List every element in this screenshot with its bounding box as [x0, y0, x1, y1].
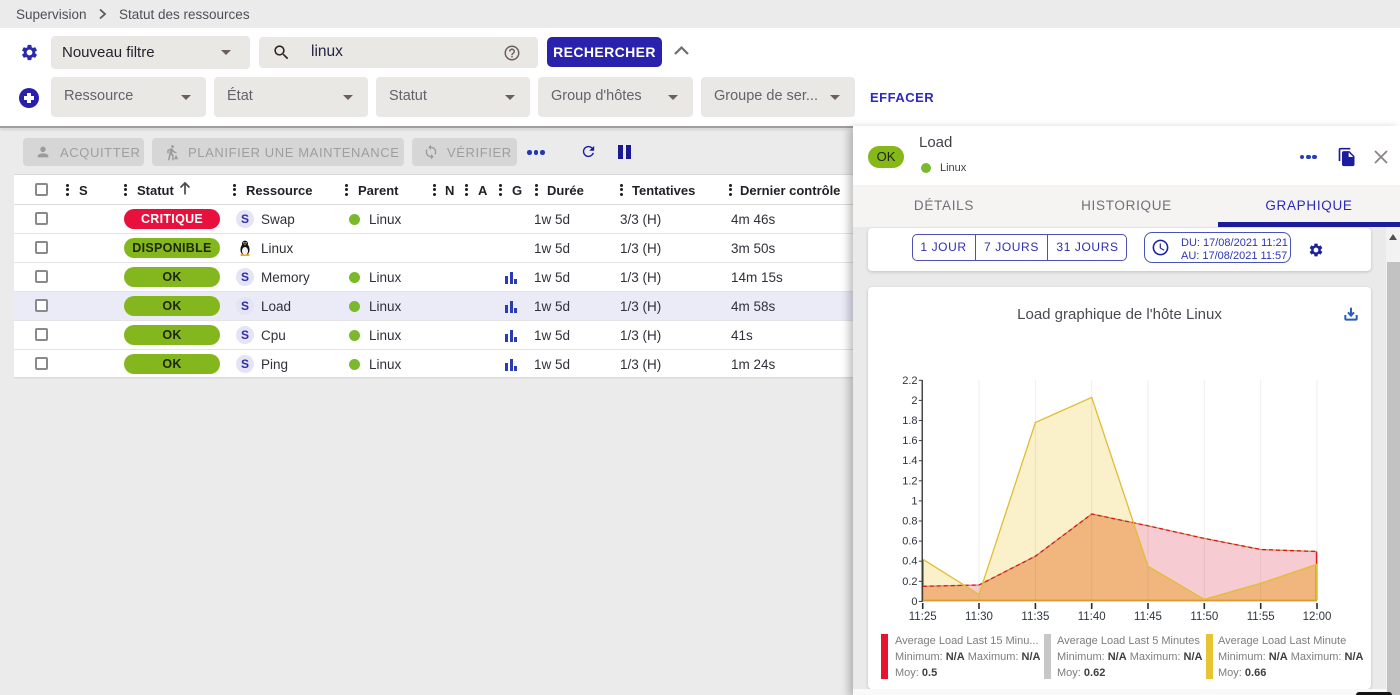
svg-text:11:45: 11:45 [1134, 611, 1162, 623]
svg-text:11:35: 11:35 [1021, 611, 1049, 623]
svg-text:11:50: 11:50 [1190, 611, 1218, 623]
svg-text:0.6: 0.6 [902, 536, 917, 548]
svg-text:1.6: 1.6 [902, 435, 917, 447]
svg-text:11:30: 11:30 [965, 611, 993, 623]
svg-text:0: 0 [911, 596, 917, 608]
svg-text:12:00: 12:00 [1303, 611, 1332, 623]
svg-text:11:40: 11:40 [1078, 611, 1106, 623]
svg-text:11:25: 11:25 [909, 611, 937, 623]
svg-text:2.2: 2.2 [902, 375, 917, 387]
svg-text:1.2: 1.2 [902, 475, 917, 487]
svg-text:0.2: 0.2 [902, 576, 917, 588]
svg-text:0.4: 0.4 [902, 556, 917, 568]
svg-text:0.8: 0.8 [902, 516, 917, 528]
svg-text:11:55: 11:55 [1247, 611, 1275, 623]
svg-text:1.4: 1.4 [902, 455, 917, 467]
svg-text:2: 2 [911, 395, 917, 407]
svg-text:1: 1 [911, 495, 917, 507]
svg-text:1.8: 1.8 [902, 415, 917, 427]
